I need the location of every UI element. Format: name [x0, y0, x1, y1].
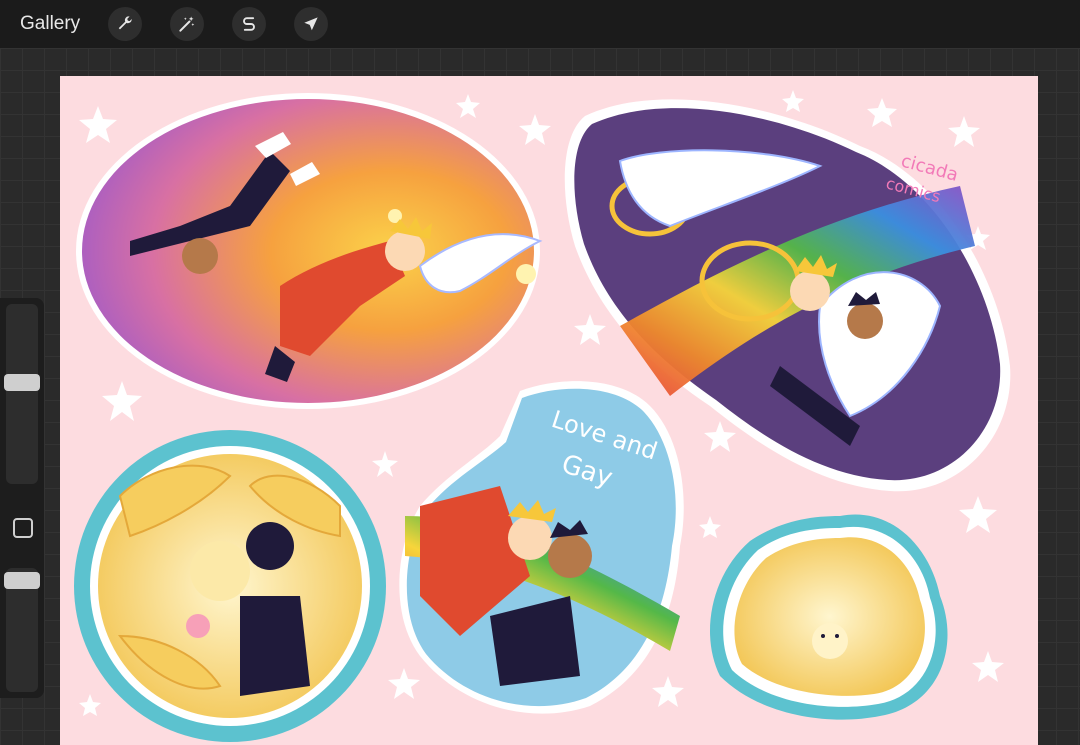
brush-size-handle[interactable]	[4, 374, 40, 391]
love-and-gay-sticker: Love and Gay	[399, 381, 684, 714]
modify-button[interactable]	[13, 518, 33, 538]
selection-s-icon	[243, 17, 256, 31]
transform-button[interactable]	[294, 7, 329, 41]
fluffy-creature-sticker	[710, 514, 948, 720]
opacity-handle[interactable]	[4, 572, 40, 589]
wrench-icon	[118, 16, 133, 30]
sticker-sheet-artwork: cicada comics Love and Gay	[74, 90, 1011, 742]
brush-size-slider[interactable]	[6, 304, 38, 484]
golden-wings-circle-sticker	[74, 430, 386, 742]
drawing-canvas[interactable]: cicada comics Love and Gay	[60, 76, 1038, 745]
side-slider-panel	[0, 298, 44, 698]
actions-button[interactable]	[108, 7, 143, 41]
selection-button[interactable]	[232, 7, 267, 41]
top-toolbar: Gallery	[0, 0, 1080, 48]
arrow-cursor-icon	[304, 17, 318, 31]
adjustments-button[interactable]	[170, 7, 205, 41]
magic-wand-icon	[179, 16, 195, 32]
gallery-button[interactable]: Gallery	[20, 13, 80, 35]
sunset-oval-sticker	[76, 93, 543, 409]
